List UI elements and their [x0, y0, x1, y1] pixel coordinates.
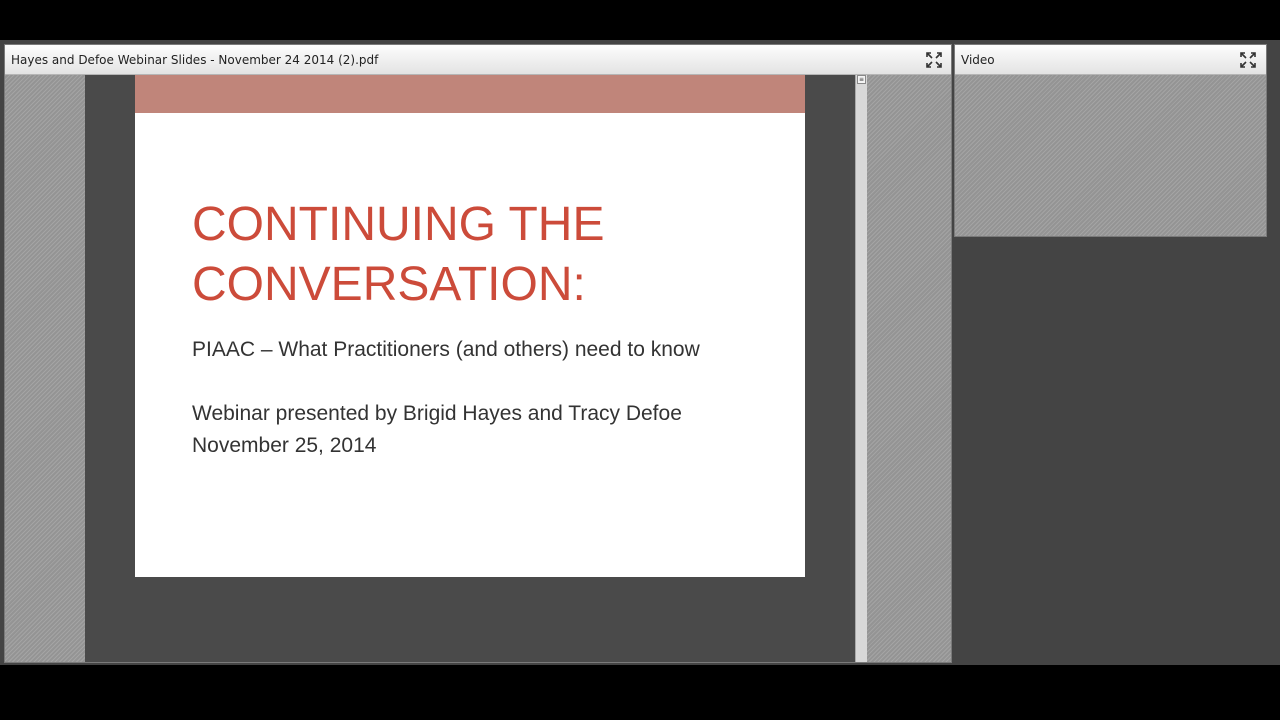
slide-date: November 25, 2014 — [192, 434, 377, 457]
slide-title-line-2: CONVERSATION: — [192, 258, 586, 311]
video-pod: Video — [954, 44, 1267, 237]
slide-presenters: Webinar presented by Brigid Hayes and Tr… — [192, 402, 682, 425]
document-pod: Hayes and Defoe Webinar Slides - Novembe… — [4, 44, 952, 663]
slide-page: CONTINUING THE CONVERSATION: PIAAC – Wha… — [135, 75, 805, 577]
document-pod-body: CONTINUING THE CONVERSATION: PIAAC – Wha… — [5, 75, 951, 662]
video-area — [955, 75, 1266, 236]
document-pod-title: Hayes and Defoe Webinar Slides - Novembe… — [11, 53, 379, 67]
video-pod-header: Video — [955, 45, 1266, 75]
maximize-icon[interactable] — [925, 51, 943, 69]
slide-subtitle: PIAAC – What Practitioners (and others) … — [192, 338, 700, 361]
slide-title: CONTINUING THE CONVERSATION: — [192, 195, 604, 315]
slide-title-line-1: CONTINUING THE — [192, 198, 605, 251]
slide-header-band — [135, 75, 805, 113]
document-viewer[interactable]: CONTINUING THE CONVERSATION: PIAAC – Wha… — [85, 75, 867, 662]
document-pod-header: Hayes and Defoe Webinar Slides - Novembe… — [5, 45, 951, 75]
scroll-up-button[interactable]: ≡ — [857, 75, 866, 84]
meeting-stage: Hayes and Defoe Webinar Slides - Novembe… — [0, 40, 1280, 665]
maximize-icon[interactable] — [1239, 51, 1257, 69]
vertical-scrollbar[interactable]: ≡ — [855, 75, 867, 662]
video-pod-title: Video — [961, 53, 995, 67]
